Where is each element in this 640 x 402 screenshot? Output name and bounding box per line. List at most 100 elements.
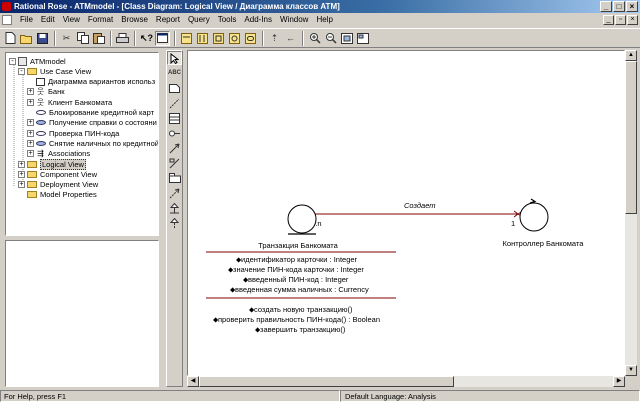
unidirectional-association-icon[interactable] (167, 141, 182, 155)
browse-parent-icon[interactable]: ⇡ (267, 31, 282, 46)
new-icon[interactable] (3, 31, 18, 46)
tree-item[interactable]: - Use Case View (18, 66, 91, 76)
selection-arrow-icon[interactable] (167, 51, 182, 65)
control-class-icon[interactable] (519, 198, 549, 232)
note-icon[interactable] (167, 81, 182, 95)
cut-icon[interactable]: ✂ (59, 31, 74, 46)
tree-item[interactable]: - ATMmodel (9, 56, 66, 66)
entity-class-icon[interactable] (287, 204, 317, 235)
browse-class-icon[interactable] (179, 31, 194, 46)
collapse-toggle-icon[interactable]: - (9, 57, 16, 65)
dependency-icon[interactable] (167, 186, 182, 200)
attribute-4[interactable]: введенная сумма наличных : Currency (235, 285, 369, 294)
copy-icon[interactable] (75, 31, 90, 46)
attribute-2[interactable]: значение ПИН-кода карточки : Integer (233, 265, 364, 274)
class-diagram-canvas[interactable]: Создает 1..n 1 Транзакция Банкомата ⬥ ид… (187, 50, 625, 376)
generalization-icon[interactable] (167, 201, 182, 215)
expand-toggle-icon[interactable]: + (27, 119, 34, 127)
tree-item[interactable]: + 웃 Банк (27, 87, 65, 97)
fit-window-icon[interactable] (339, 31, 354, 46)
operation-1[interactable]: создать новую транзакцию() (254, 305, 353, 314)
menu-browse[interactable]: Browse (117, 13, 152, 27)
documentation-pane[interactable] (5, 240, 159, 387)
undo-fit-icon[interactable] (355, 31, 370, 46)
menu-add-ins[interactable]: Add-Ins (240, 13, 276, 27)
association-label[interactable]: Создает (404, 201, 436, 210)
expand-toggle-icon[interactable]: + (27, 129, 34, 137)
title-bar[interactable]: Rational Rose - ATMmodel - [Class Diagra… (0, 0, 640, 13)
horizontal-scrollbar[interactable]: ◀ ▶ (187, 376, 625, 387)
zoom-out-icon[interactable] (323, 31, 338, 46)
tree-item[interactable]: + Deployment View (18, 180, 98, 190)
operation-2[interactable]: проверить правильность ПИН-кода() : Bool… (218, 315, 380, 324)
menu-report[interactable]: Report (152, 13, 184, 27)
rational-rose-app-icon[interactable] (2, 2, 11, 11)
paste-icon[interactable] (91, 31, 106, 46)
menu-edit[interactable]: Edit (37, 13, 59, 27)
scroll-right-arrow-icon[interactable]: ▶ (613, 376, 625, 387)
view-doc-icon[interactable] (155, 30, 170, 46)
zoom-in-icon[interactable] (307, 31, 322, 46)
operation-3[interactable]: завершить транзакцию() (260, 325, 346, 334)
association-class-icon[interactable] (167, 156, 182, 170)
model-browser-tree[interactable]: - ATMmodel - Use Case View Диаграмма вариант… (5, 52, 159, 236)
doc-minimize-button[interactable]: _ (603, 15, 614, 25)
tree-item[interactable]: + Снятие наличных по кредитной (27, 138, 158, 148)
tree-item[interactable]: + ⇶ Associations (27, 149, 90, 159)
vertical-scroll-thumb[interactable] (625, 61, 637, 214)
maximize-button[interactable]: □ (613, 1, 625, 12)
menu-query[interactable]: Query (184, 13, 214, 27)
tree-item[interactable]: + Logical View (18, 158, 86, 170)
tree-item[interactable]: + Получение справки о состояни (27, 118, 157, 128)
tree-item[interactable]: + Component View (18, 169, 97, 179)
menu-format[interactable]: Format (84, 13, 117, 27)
tree-item[interactable]: Model Properties (18, 190, 97, 200)
collapse-toggle-icon[interactable]: - (18, 67, 25, 75)
scroll-left-arrow-icon[interactable]: ◀ (187, 376, 199, 387)
expand-toggle-icon[interactable]: + (18, 170, 25, 178)
expand-toggle-icon[interactable]: + (18, 181, 25, 189)
expand-toggle-icon[interactable]: + (27, 98, 34, 106)
doc-restore-button[interactable]: ▫ (615, 15, 626, 25)
tree-item[interactable]: Диаграмма вариантов использ (27, 77, 155, 87)
horizontal-scroll-thumb[interactable] (199, 376, 454, 387)
menu-tools[interactable]: Tools (214, 13, 241, 27)
tree-item[interactable]: Блокирование кредитной карт (27, 108, 154, 118)
class-icon[interactable] (167, 111, 182, 125)
tree-item[interactable]: + Проверка ПИН-кода (27, 128, 119, 138)
menu-help[interactable]: Help (312, 13, 336, 27)
browse-deployment-icon[interactable] (227, 31, 242, 46)
context-help-icon[interactable]: ↖? (139, 31, 154, 46)
menu-view[interactable]: View (59, 13, 84, 27)
browse-state-icon[interactable] (243, 31, 258, 46)
scroll-down-arrow-icon[interactable]: ▼ (625, 365, 637, 376)
class-name-controller[interactable]: Контроллер Банкомата (503, 239, 585, 248)
expand-toggle-icon[interactable]: + (18, 160, 25, 168)
multiplicity-right[interactable]: 1 (511, 219, 515, 228)
attribute-3[interactable]: введенный ПИН-код : Integer (248, 275, 349, 284)
doc-close-button[interactable]: × (627, 15, 638, 25)
browse-component-icon[interactable] (211, 31, 226, 46)
document-system-menu-icon[interactable] (2, 15, 12, 25)
vertical-scrollbar[interactable]: ▲ ▼ (625, 50, 637, 376)
interface-icon[interactable] (167, 126, 182, 140)
anchor-note-icon[interactable] (167, 96, 182, 110)
minimize-button[interactable]: _ (600, 1, 612, 12)
text-box-icon[interactable]: ABC (167, 66, 182, 80)
open-icon[interactable] (19, 31, 34, 46)
realize-icon[interactable] (167, 216, 182, 230)
expand-toggle-icon[interactable]: + (27, 139, 34, 147)
save-icon[interactable] (35, 31, 50, 46)
print-icon[interactable] (115, 31, 130, 46)
attribute-1[interactable]: идентификатор карточки : Integer (241, 255, 358, 264)
close-button[interactable]: × (626, 1, 638, 12)
class-name-transaction[interactable]: Транзакция Банкомата (258, 241, 338, 250)
package-icon[interactable] (167, 171, 182, 185)
tree-item[interactable]: + 웃 Клиент Банкомата (27, 97, 112, 107)
expand-toggle-icon[interactable]: + (27, 88, 34, 96)
expand-toggle-icon[interactable]: + (27, 150, 34, 158)
scroll-up-arrow-icon[interactable]: ▲ (625, 50, 637, 61)
browse-previous-icon[interactable]: ← (283, 31, 298, 46)
menu-window[interactable]: Window (276, 13, 312, 27)
browse-interaction-icon[interactable] (195, 31, 210, 46)
